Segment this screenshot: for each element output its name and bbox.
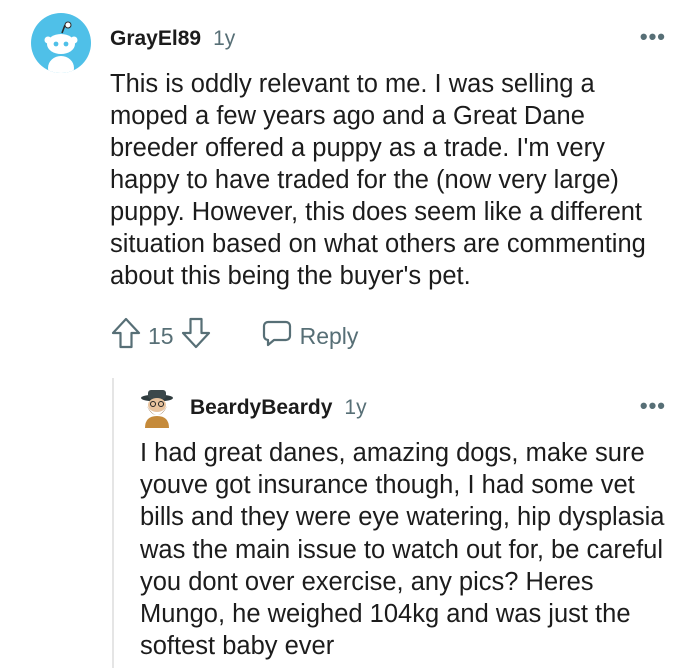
downvote-arrow-icon[interactable]	[180, 316, 212, 356]
bearded-avatar-icon[interactable]	[139, 388, 175, 428]
upvote-arrow-icon[interactable]	[110, 316, 142, 356]
more-options-icon[interactable]: •••	[640, 24, 666, 50]
comment-age: 1y	[213, 27, 236, 50]
thread-line[interactable]	[112, 378, 114, 668]
reply-body: I had great danes, amazing dogs, make su…	[140, 439, 665, 661]
reply-button[interactable]: Reply	[262, 319, 359, 353]
reply-meta: BeardyBeardy 1y	[190, 396, 367, 420]
reply-age: 1y	[344, 396, 367, 419]
comment-author[interactable]: GrayEl89	[110, 27, 201, 51]
snoo-avatar-icon[interactable]	[31, 13, 91, 73]
comment-meta: GrayEl89 1y	[110, 27, 235, 51]
vote-count: 15	[148, 322, 174, 349]
comment-body: This is oddly relevant to me. I was sell…	[110, 70, 646, 290]
more-options-icon[interactable]: •••	[640, 393, 666, 419]
comment-actions: 15 Reply	[110, 316, 358, 356]
reply-label: Reply	[299, 322, 359, 349]
vote-control: 15	[110, 316, 212, 356]
reply-author[interactable]: BeardyBeardy	[190, 396, 332, 420]
reply-bubble-icon	[262, 319, 292, 353]
